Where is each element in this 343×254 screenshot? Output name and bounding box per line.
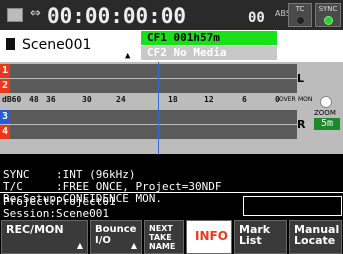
mon-label: MON <box>298 96 313 103</box>
timecode-display: 00:00:00:00 <box>47 4 187 28</box>
zoom-knob-icon[interactable] <box>320 96 332 108</box>
info-label: INFO <box>195 229 228 243</box>
file-icon <box>6 38 15 50</box>
recorder-screen: ⇔ 00:00:00:00 00 ABS TC SYNC Scene001 ▲ … <box>0 0 343 254</box>
divider <box>0 192 343 193</box>
scale-tick: dB60 <box>2 95 22 104</box>
scale-tick: 36 <box>46 95 56 104</box>
track-number-4: 4 <box>0 125 10 139</box>
track-meter-3 <box>10 110 297 124</box>
info-button[interactable]: INFO <box>186 220 232 254</box>
mark-list-button[interactable]: Mark List <box>234 220 287 254</box>
sync-led-icon <box>324 16 333 25</box>
track-number-1: 1 <box>0 64 10 78</box>
rec-mon-button[interactable]: REC/MON ▲ <box>1 220 88 254</box>
triangle-up-icon: ▲ <box>125 51 131 61</box>
mark-list-label: Mark List <box>239 223 271 247</box>
meter-cursor <box>158 62 159 154</box>
channel-r-label: R <box>297 118 306 131</box>
tc-indicator: TC <box>288 3 312 27</box>
scale-tick: 48 <box>29 95 39 104</box>
level-meters: 1 2 dB60 48 36 30 24 18 12 6 0 3 4 OVER … <box>0 62 343 154</box>
scale-tick: 30 <box>82 95 92 104</box>
menu-icon[interactable] <box>7 8 23 22</box>
scene-row: Scene001 ▲ CF1 001h57m CF2 No Media <box>0 30 343 62</box>
scale-tick: 18 <box>168 95 178 104</box>
over-label: OVER <box>279 96 296 103</box>
meter-scale: dB60 48 36 30 24 18 12 6 0 <box>2 95 297 105</box>
timecode-frames: 00 <box>248 10 265 26</box>
cf2-status: CF2 No Media <box>141 46 277 60</box>
bounce-io-button[interactable]: Bounce I/O ▲ <box>90 220 142 254</box>
tc-label: TC <box>295 5 305 13</box>
next-take-name-label: NEXT TAKE NAME <box>149 224 176 251</box>
channel-l-label: L <box>297 72 305 85</box>
zoom-label: ZOOM <box>314 109 336 117</box>
session-info: Session:Scene001 <box>3 207 109 220</box>
scale-tick: 24 <box>116 95 126 104</box>
triangle-up-icon: ▲ <box>76 241 83 250</box>
scene-name: Scene001 <box>22 37 92 53</box>
scene-button[interactable]: Scene001 ▲ <box>0 30 141 62</box>
track-meter-1 <box>10 64 297 78</box>
function-buttons: REC/MON ▲ Bounce I/O ▲ NEXT TAKE NAME IN… <box>0 220 343 254</box>
rec-mon-label: REC/MON <box>6 223 64 236</box>
top-bar: ⇔ 00:00:00:00 00 ABS TC SYNC <box>0 0 343 30</box>
triangle-up-icon: ▲ <box>130 241 137 250</box>
track-number-2: 2 <box>0 79 10 93</box>
transport-icon: ⇔ <box>30 6 41 21</box>
track-meter-2 <box>10 79 297 93</box>
next-take-name-button[interactable]: NEXT TAKE NAME <box>144 220 184 254</box>
blank-field <box>243 196 342 216</box>
track-meter-4 <box>10 125 297 139</box>
cf1-status: CF1 001h57m <box>141 31 277 45</box>
track-number-3: 3 <box>0 110 10 124</box>
tc-led-icon <box>296 16 305 25</box>
zoom-value[interactable]: 5m <box>314 118 340 130</box>
sync-label: SYNC <box>318 5 338 13</box>
scale-tick: 12 <box>204 95 214 104</box>
manual-locate-button[interactable]: Manual Locate <box>289 220 342 254</box>
scale-tick: 6 <box>242 95 247 104</box>
sync-indicator: SYNC <box>315 3 341 27</box>
manual-locate-label: Manual Locate <box>294 223 340 247</box>
